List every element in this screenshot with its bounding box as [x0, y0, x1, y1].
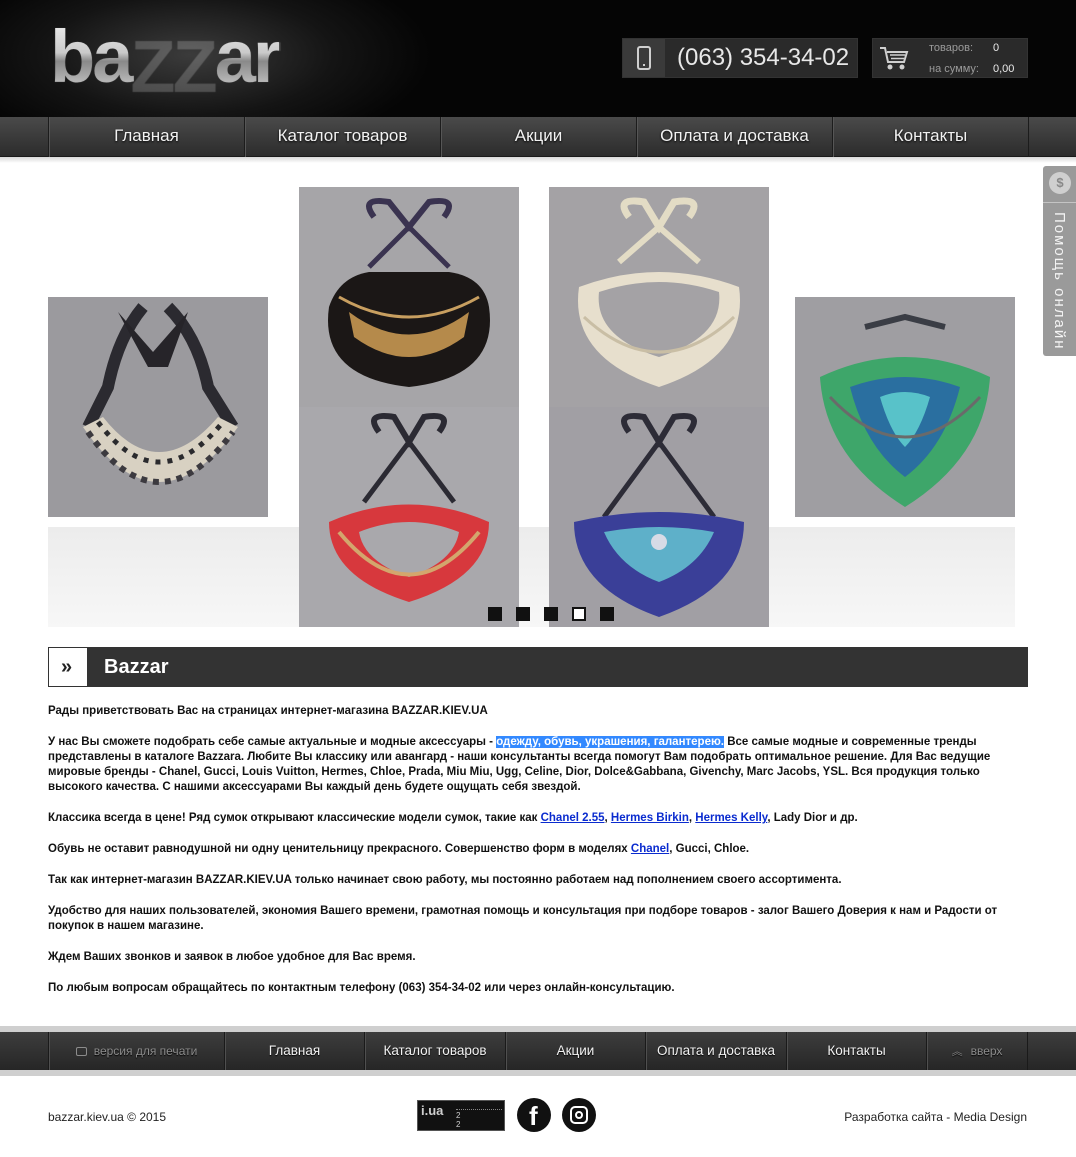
slider-dot-3[interactable] [544, 607, 558, 621]
phone-icon-wrap [623, 39, 665, 77]
scroll-to-top-link[interactable]: ︽ вверх [927, 1032, 1028, 1070]
footer-nav-promotions[interactable]: Акции [506, 1032, 646, 1070]
help-tab-divider [1043, 202, 1076, 203]
paragraph-new-shop: Так как интернет-магазин BAZZAR.KIEV.UA … [48, 874, 842, 886]
nav-item-contacts[interactable]: Контакты [833, 117, 1029, 157]
slide-image-black-gold-collar[interactable] [299, 187, 519, 407]
page-title: Bazzar [104, 656, 169, 678]
printer-icon [75, 1047, 87, 1056]
footer-nav-catalog[interactable]: Каталог товаров [365, 1032, 506, 1070]
footer-nav-home[interactable]: Главная [225, 1032, 365, 1070]
counter-logo: i.ua [421, 1103, 444, 1118]
link-hermes-birkin[interactable]: Hermes Birkin [611, 812, 689, 824]
page-content: Рады приветствовать Вас на страницах инт… [48, 704, 1028, 1012]
print-version-link[interactable]: версия для печати [48, 1032, 225, 1070]
cart-items-label: товаров: [929, 42, 974, 54]
mobile-phone-icon [637, 46, 651, 70]
slider-dot-1[interactable] [488, 607, 502, 621]
paragraph-assortment: У нас Вы сможете подобрать себе самые ак… [48, 735, 1028, 795]
cart-items-row: товаров: 0 [929, 42, 999, 54]
copyright-text: bazzar.kiev.ua © 2015 [48, 1110, 167, 1124]
site-counter-badge[interactable]: i.ua 2 2 [417, 1100, 505, 1131]
product-slider [48, 187, 1015, 627]
help-tab-label: Помощь онлайн [1051, 212, 1068, 351]
slide-image-blue-collar[interactable] [549, 407, 769, 627]
nav-item-home[interactable]: Главная [49, 117, 245, 157]
main-nav-items: Главная Каталог товаров Акции Оплата и д… [48, 117, 1029, 157]
phone-number: (063) 354-34-02 [677, 44, 850, 71]
slide-image-black-white-necklace[interactable] [48, 297, 268, 517]
text: , Gucci, Chloe. [669, 843, 750, 855]
developer-prefix: Разработка сайта - [844, 1110, 954, 1124]
paragraph-bags: Классика всегда в цене! Ряд сумок открыв… [48, 811, 1028, 826]
counter-line [456, 1104, 502, 1110]
facebook-icon: f [529, 1101, 538, 1131]
text: У нас Вы сможете подобрать себе самые ак… [48, 736, 497, 748]
paragraph-contact: По любым вопросам обращайтесь по контакт… [48, 982, 675, 994]
logo-wordmark: baZZar [50, 15, 282, 108]
paragraph-welcome: Рады приветствовать Вас на страницах инт… [48, 705, 488, 717]
double-chevron-up-icon: ︽ [951, 1046, 963, 1058]
slide-image-cream-pearl-collar[interactable] [549, 187, 769, 407]
slider-dot-2[interactable] [516, 607, 530, 621]
facebook-link[interactable]: f [517, 1098, 551, 1132]
online-help-tab[interactable]: $ Помощь онлайн [1043, 166, 1076, 356]
counter-value-2: 2 [456, 1120, 461, 1129]
footer-nav: версия для печати Главная Каталог товаро… [0, 1032, 1076, 1070]
counter-value-1: 2 [456, 1111, 461, 1120]
footer-strip [0, 1070, 1076, 1076]
main-nav: Главная Каталог товаров Акции Оплата и д… [0, 117, 1076, 157]
slide-image-red-gold-collar[interactable] [299, 407, 519, 627]
site-logo[interactable]: baZZar [50, 14, 350, 108]
double-chevron-right-icon: » [61, 656, 72, 678]
paragraph-shoes: Обувь не оставит равнодушной ни одну цен… [48, 842, 1028, 857]
text: Обувь не оставит равнодушной ни одну цен… [48, 843, 631, 855]
nav-shadow [0, 157, 1076, 163]
phone-box: (063) 354-34-02 [622, 38, 858, 78]
footer-nav-payment-delivery[interactable]: Оплата и доставка [646, 1032, 787, 1070]
developer-credit: Разработка сайта - Media Design [844, 1110, 1027, 1124]
footer-nav-contacts[interactable]: Контакты [787, 1032, 927, 1070]
link-chanel[interactable]: Chanel [631, 843, 669, 855]
dollar-coin-icon: $ [1049, 172, 1071, 194]
link-chanel-255[interactable]: Chanel 2.55 [541, 812, 605, 824]
cart-widget[interactable]: товаров: 0 на сумму: 0,00 [872, 38, 1028, 78]
slide-image-green-necklace[interactable] [795, 297, 1015, 517]
nav-item-catalog[interactable]: Каталог товаров [245, 117, 441, 157]
paragraph-orders: Ждем Ваших звонков и заявок в любое удоб… [48, 951, 416, 963]
cart-items-value: 0 [993, 42, 1000, 54]
cart-sum-row: на сумму: 0,00 [929, 63, 1014, 75]
slider-dot-5[interactable] [600, 607, 614, 621]
cart-sum-value: 0,00 [993, 63, 1015, 75]
slider-pagination [488, 607, 614, 621]
cart-sum-label: на сумму: [929, 63, 979, 75]
nav-item-promotions[interactable]: Акции [441, 117, 637, 157]
shopping-cart-icon [880, 47, 909, 70]
title-icon-box: » [48, 647, 88, 687]
highlighted-text: одежду, обувь, украшения, галантерею. [496, 736, 724, 748]
print-version-label: версия для печати [93, 1044, 198, 1058]
scroll-to-top-label: вверх [970, 1044, 1003, 1058]
text: Классика всегда в цене! Ряд сумок открыв… [48, 812, 541, 824]
site-header: baZZar (063) 354-34-02 товаров: 0 на сум… [0, 0, 1076, 117]
link-hermes-kelly[interactable]: Hermes Kelly [695, 812, 767, 824]
page-title-bar: » Bazzar [48, 647, 1028, 687]
nav-item-payment-delivery[interactable]: Оплата и доставка [637, 117, 833, 157]
instagram-link[interactable] [562, 1098, 596, 1132]
developer-link[interactable]: Media Design [954, 1110, 1027, 1124]
slider-dot-4-active[interactable] [572, 607, 586, 621]
instagram-icon [570, 1106, 588, 1124]
text: , Lady Dior и др. [767, 812, 858, 824]
paragraph-convenience: Удобство для наших пользователей, эконом… [48, 905, 998, 932]
